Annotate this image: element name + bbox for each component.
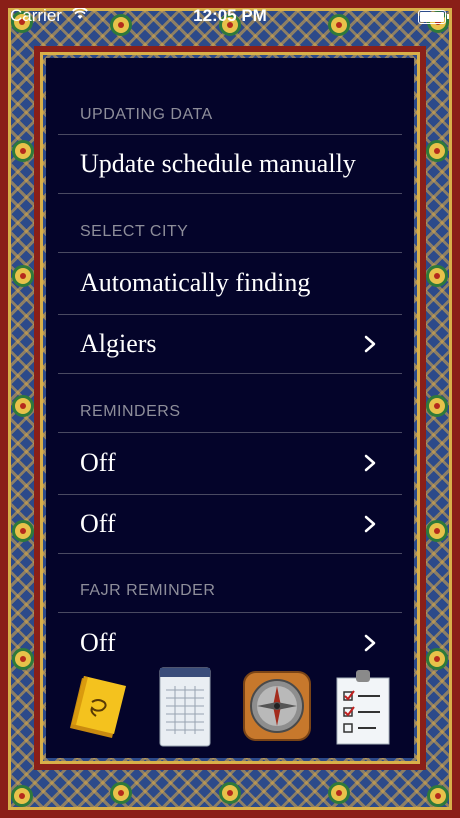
section-header-fajr: FAJR REMINDER — [80, 582, 216, 599]
rosette-ornament — [12, 648, 34, 670]
settings-panel: UPDATING DATA Update schedule manually S… — [46, 58, 414, 758]
rosette-ornament — [426, 648, 448, 670]
update-schedule-row[interactable]: Update schedule manually — [58, 134, 402, 194]
rosette-ornament — [11, 785, 33, 807]
book-icon[interactable] — [66, 674, 128, 745]
chevron-right-icon — [358, 454, 382, 472]
section-header-city: SELECT CITY — [80, 223, 189, 240]
rosette-ornament — [12, 265, 34, 287]
reminder-2-value: Off — [80, 509, 116, 538]
city-name-label: Algiers — [80, 329, 157, 358]
update-schedule-label: Update schedule manually — [80, 149, 356, 178]
chevron-right-icon — [358, 515, 382, 533]
status-bar: Carrier 12:05 PM — [0, 0, 460, 34]
rosette-ornament — [426, 265, 448, 287]
rosette-ornament — [427, 785, 449, 807]
rosette-ornament — [426, 520, 448, 542]
rosette-ornament — [12, 395, 34, 417]
rosette-ornament — [12, 520, 34, 542]
reminder-1-value: Off — [80, 447, 116, 477]
rosette-ornament — [426, 395, 448, 417]
chevron-right-icon — [358, 335, 382, 353]
calendar-icon[interactable] — [158, 666, 212, 753]
fajr-reminder-value: Off — [80, 627, 116, 657]
rosette-ornament — [426, 140, 448, 162]
rosette-ornament — [110, 782, 132, 804]
compass-icon[interactable] — [242, 670, 312, 747]
status-time: 12:05 PM — [193, 6, 267, 25]
reminder-row-2[interactable]: Off — [58, 494, 402, 554]
checklist-icon[interactable] — [334, 668, 392, 753]
reminder-row-1[interactable]: Off — [58, 432, 402, 492]
auto-find-city-label: Automatically finding — [80, 267, 311, 297]
section-header-reminders: REMINDERS — [80, 403, 181, 420]
rosette-ornament — [328, 782, 350, 804]
rosette-ornament — [12, 140, 34, 162]
bottom-toolbar — [58, 666, 402, 756]
section-header-updating: UPDATING DATA — [80, 106, 213, 123]
rosette-ornament — [219, 782, 241, 804]
auto-find-city-row[interactable]: Automatically finding — [58, 252, 402, 312]
fajr-reminder-row[interactable]: Off — [58, 612, 402, 672]
chevron-right-icon — [358, 634, 382, 652]
city-selection-row[interactable]: Algiers — [58, 314, 402, 374]
battery-icon — [418, 10, 449, 24]
